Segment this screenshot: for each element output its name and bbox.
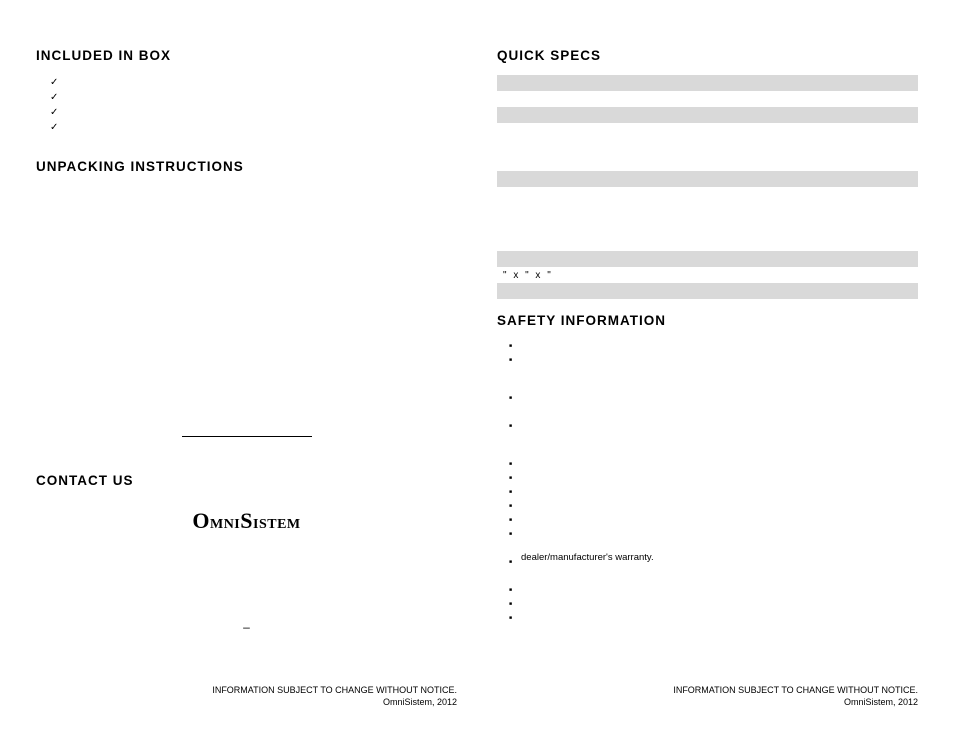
table-row xyxy=(497,75,918,91)
list-item: . xyxy=(521,556,918,582)
table-row xyxy=(497,187,918,203)
list-item: . xyxy=(521,354,918,390)
list-item: . xyxy=(521,598,918,610)
table-row xyxy=(497,107,918,123)
table-row xyxy=(497,171,918,187)
table-row xyxy=(497,219,918,235)
list-item: . xyxy=(521,514,918,526)
footer-line2: OmniSistem, 2012 xyxy=(212,696,457,708)
footer-line1: INFORMATION SUBJECT TO CHANGE WITHOUT NO… xyxy=(212,684,457,696)
list-item: . xyxy=(521,612,918,624)
list-item: . xyxy=(521,486,918,498)
unpacking-body-placeholder xyxy=(36,186,457,396)
left-page: INCLUDED IN BOX . . . . UNPACKING INSTRU… xyxy=(36,48,457,738)
list-item: . xyxy=(521,584,918,596)
safety-info-heading: SAFETY INFORMATION xyxy=(497,313,918,328)
checklist-item: . xyxy=(64,105,457,120)
footer-line1: INFORMATION SUBJECT TO CHANGE WITHOUT NO… xyxy=(673,684,918,696)
right-page: QUICK SPECS " x " x " SAFETY INFORMATION… xyxy=(497,48,918,738)
right-footer: INFORMATION SUBJECT TO CHANGE WITHOUT NO… xyxy=(673,684,918,708)
table-row: " x " x " xyxy=(497,267,918,283)
list-item: . xyxy=(521,472,918,484)
quick-specs-heading: QUICK SPECS xyxy=(497,48,918,63)
table-row xyxy=(497,283,918,299)
list-item: . xyxy=(521,500,918,512)
list-item: . xyxy=(521,340,918,352)
safety-list: . . . . . . . . . .dealer/manufacturer's… xyxy=(497,340,918,626)
included-checklist: . . . . xyxy=(36,75,457,135)
table-row xyxy=(497,203,918,219)
footer-line2: OmniSistem, 2012 xyxy=(673,696,918,708)
contact-us-heading: CONTACT US xyxy=(36,473,457,488)
divider-rule xyxy=(182,436,312,437)
unpacking-heading: UNPACKING INSTRUCTIONS xyxy=(36,159,457,174)
omnisistem-logo: OmniSistem xyxy=(192,508,300,534)
dimensions-value: " x " x " xyxy=(497,267,918,283)
left-footer: INFORMATION SUBJECT TO CHANGE WITHOUT NO… xyxy=(212,684,457,708)
list-item: . xyxy=(521,420,918,456)
list-item: . xyxy=(521,458,918,470)
logo-block: OmniSistem xyxy=(36,508,457,534)
included-in-box-heading: INCLUDED IN BOX xyxy=(36,48,457,63)
table-row xyxy=(497,235,918,251)
quick-specs-table: " x " x " xyxy=(497,75,918,299)
list-item: .dealer/manufacturer's warranty. xyxy=(521,528,918,554)
table-row xyxy=(497,251,918,267)
table-row xyxy=(497,123,918,139)
table-row xyxy=(497,91,918,107)
table-row xyxy=(497,155,918,171)
dash-line: – xyxy=(36,620,457,634)
checklist-item: . xyxy=(64,120,457,135)
table-row xyxy=(497,139,918,155)
checklist-item: . xyxy=(64,90,457,105)
checklist-item: . xyxy=(64,75,457,90)
list-item: . xyxy=(521,392,918,418)
